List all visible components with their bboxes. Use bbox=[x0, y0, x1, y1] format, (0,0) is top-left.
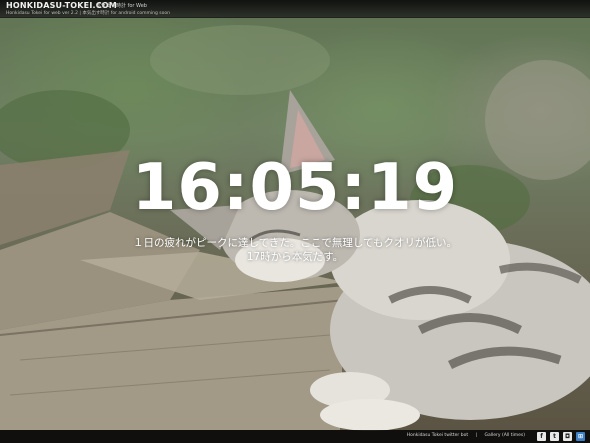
twitter-bot-link[interactable]: Honkidasu Tokei twitter bot bbox=[407, 433, 468, 438]
clock-time: 16:05:19 bbox=[131, 151, 459, 225]
gallery-link[interactable]: Gallery (All times) bbox=[485, 433, 526, 438]
top-bar: HONKIDASU-TOKEI.COM 本気出す時計 for Web Honki… bbox=[0, 0, 590, 18]
site-version-info: Honkidasu Tokei for web ver 2.2 | 本気出す時計… bbox=[6, 11, 170, 16]
clock-message: １日の疲れがピークに達してきた。ここで無理してもクオリが低い。 17時から本気だ… bbox=[0, 236, 590, 264]
footer-links: Honkidasu Tokei twitter bot | Gallery (A… bbox=[404, 433, 528, 438]
facebook-icon[interactable]: f bbox=[537, 432, 546, 441]
twitter-icon[interactable]: t bbox=[550, 432, 559, 441]
message-line-1: １日の疲れがピークに達してきた。ここで無理してもクオリが低い。 bbox=[132, 237, 458, 249]
clock-page: HONKIDASU-TOKEI.COM 本気出す時計 for Web Honki… bbox=[0, 0, 590, 443]
footer-separator: | bbox=[475, 433, 478, 438]
windows-icon[interactable]: ⊞ bbox=[576, 432, 585, 441]
site-tagline: 本気出す時計 for Web bbox=[96, 3, 147, 9]
footer-bar: Honkidasu Tokei twitter bot | Gallery (A… bbox=[0, 430, 590, 443]
social-buttons: f t ◘ ⊞ bbox=[537, 432, 585, 441]
instagram-icon[interactable]: ◘ bbox=[563, 432, 572, 441]
message-line-2: 17時から本気だす。 bbox=[246, 251, 344, 263]
